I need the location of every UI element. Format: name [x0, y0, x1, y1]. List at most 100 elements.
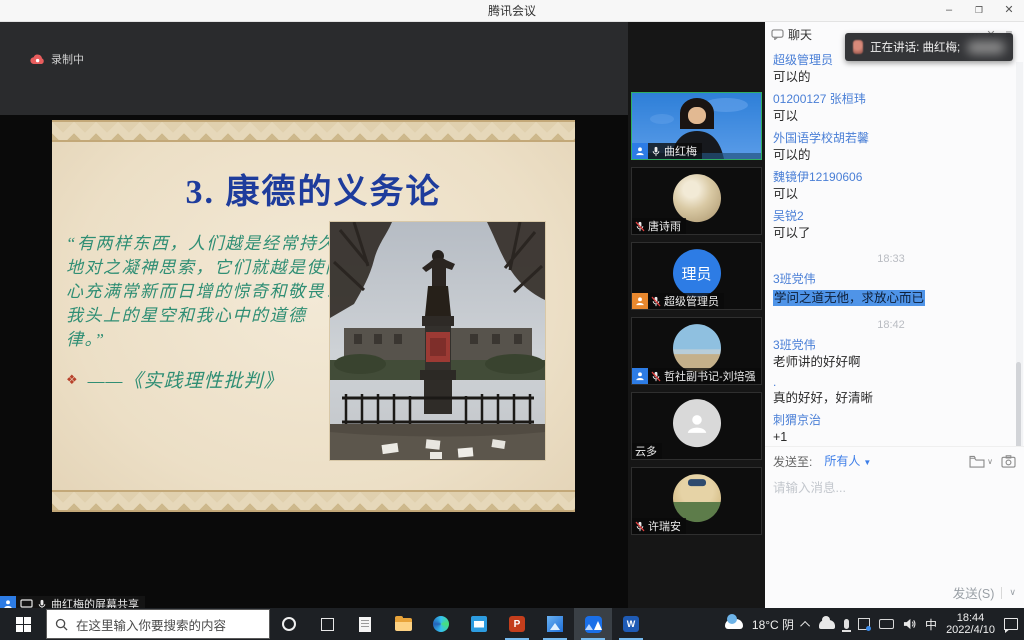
participant-tile-4[interactable]: 哲社副书记-刘培强: [631, 317, 762, 385]
word-icon[interactable]: [612, 608, 650, 640]
tencent-meeting-icon[interactable]: [574, 608, 612, 640]
avatar: [673, 324, 721, 372]
slide-citation: ——《实践理性批判》: [88, 366, 284, 393]
participant-name: 许瑞安: [648, 518, 681, 534]
start-button[interactable]: [0, 608, 46, 640]
taskbar-search-box[interactable]: 在这里输入你要搜索的内容: [46, 609, 270, 639]
chat-text: 老师讲的好好啊: [773, 355, 1009, 370]
chat-title: 聊天: [788, 26, 812, 43]
chat-text: 可以: [773, 187, 1009, 202]
participant-name: 哲社副书记-刘培强: [664, 368, 756, 384]
chat-sender: 01200127 张桓玮: [773, 90, 1009, 107]
touch-keyboard-icon[interactable]: [879, 619, 894, 629]
muted-mic-icon: [635, 521, 645, 532]
chat-panel: 聊天 超级管理员可以的01200127 张桓玮可以外国语学校胡若馨可以的魏镜伊1…: [765, 22, 1024, 608]
slide-border-pattern-top: [52, 120, 575, 142]
participant-tile-1[interactable]: 曲红梅: [631, 92, 762, 160]
muted-mic-icon: [651, 296, 661, 307]
send-to-label: 发送至:: [773, 453, 812, 470]
close-button[interactable]: [994, 0, 1024, 22]
participant-tile-3[interactable]: 理员超级管理员: [631, 242, 762, 310]
chat-timestamp: 18:33: [773, 253, 1009, 265]
chat-message-input[interactable]: [773, 477, 1013, 573]
chat-timestamp: 18:42: [773, 319, 1009, 331]
muted-mic-icon: [635, 221, 645, 232]
title-bar: 腾讯会议: [0, 0, 1024, 22]
speaking-toast: 正在讲话: 曲红梅;: [845, 33, 1013, 61]
mic-icon: [651, 146, 661, 157]
avatar: 理员: [673, 249, 721, 297]
photos-icon[interactable]: [536, 608, 574, 640]
chat-sender: 魏镜伊12190606: [773, 168, 1009, 185]
recording-cloud-icon: [30, 54, 45, 65]
slide-border-pattern-bottom: [52, 490, 575, 512]
diamond-bullet-icon: ❖: [66, 372, 78, 388]
chat-text: 可以了: [773, 226, 1009, 241]
chat-sender: .: [773, 375, 1009, 389]
chat-text: +1: [773, 430, 1009, 445]
participant-tile-6[interactable]: 许瑞安: [631, 467, 762, 535]
chat-text: 可以: [773, 109, 1009, 124]
recording-label: 录制中: [51, 51, 84, 67]
participant-tile-2[interactable]: 唐诗雨: [631, 167, 762, 235]
slide-quote-text: “有两样东西，人们越是经常持久地对之凝神思索，它们就越是使内心充满常新而日增的惊…: [66, 232, 344, 352]
chat-bubble-icon: [771, 29, 784, 40]
member-badge-icon: [635, 146, 645, 156]
minimize-button[interactable]: [934, 0, 964, 22]
cortana-icon[interactable]: [270, 608, 308, 640]
screenshot-button[interactable]: [1001, 455, 1016, 468]
muted-mic-icon: [651, 371, 661, 382]
stage-top-strip: 录制中: [0, 22, 628, 115]
participant-name: 云多: [635, 443, 657, 459]
tencent-meeting-window: 腾讯会议 录制中 3. 康德的义务论 “有两样东西，人们越是经常持久地对之凝神思…: [0, 0, 1024, 640]
file-explorer-icon[interactable]: [384, 608, 422, 640]
member-badge-icon: [635, 371, 645, 381]
chat-sender: 吴锐2: [773, 207, 1009, 224]
weather-label[interactable]: 18°C 阴: [752, 616, 794, 633]
search-placeholder: 在这里输入你要搜索的内容: [76, 615, 226, 634]
recording-indicator: 录制中: [30, 51, 84, 67]
windows-taskbar: 在这里输入你要搜索的内容 18°C 阴 中 18:44 2022/4/10: [0, 608, 1024, 640]
send-to-dropdown[interactable]: 所有人▼: [824, 452, 871, 470]
clock[interactable]: 18:44 2022/4/10: [946, 612, 995, 636]
mail-icon[interactable]: [460, 608, 498, 640]
chat-sender: 3班党伟: [773, 270, 1009, 287]
shared-screen-stage: 录制中 3. 康德的义务论 “有两样东西，人们越是经常持久地对之凝神思索，它们就…: [0, 22, 628, 608]
kant-statue-photo: [330, 222, 545, 460]
weather-icon[interactable]: [725, 619, 743, 629]
participant-name: 唐诗雨: [648, 218, 681, 234]
participant-tile-5[interactable]: 云多: [631, 392, 762, 460]
window-title: 腾讯会议: [0, 2, 1024, 19]
blurred-names: [967, 41, 1005, 54]
chat-text: 真的好好，好清晰: [773, 391, 1009, 406]
chat-sender: 3班党伟: [773, 336, 1009, 353]
clock-time: 18:44: [946, 612, 995, 624]
search-icon: [55, 618, 68, 631]
presentation-slide: 3. 康德的义务论 “有两样东西，人们越是经常持久地对之凝神思索，它们就越是使内…: [52, 120, 575, 512]
send-options-caret[interactable]: ∨: [1009, 587, 1016, 598]
notepad-icon[interactable]: [346, 608, 384, 640]
onedrive-icon[interactable]: [819, 620, 835, 629]
meeting-tray-icon[interactable]: [858, 618, 870, 630]
chat-message-list: 超级管理员可以的01200127 张桓玮可以外国语学校胡若馨可以的魏镜伊1219…: [773, 46, 1009, 446]
member-badge: [632, 368, 648, 384]
volume-icon[interactable]: [903, 618, 916, 630]
slide-title: 3. 康德的义务论: [52, 164, 575, 213]
avatar: [673, 399, 721, 447]
task-view-icon[interactable]: [308, 608, 346, 640]
edge-icon[interactable]: [422, 608, 460, 640]
powerpoint-icon[interactable]: [498, 608, 536, 640]
restore-button[interactable]: [964, 0, 994, 22]
admin-badge: [632, 293, 648, 309]
tray-mic-icon[interactable]: [844, 619, 849, 629]
clock-date: 2022/4/10: [946, 624, 995, 636]
ime-indicator[interactable]: 中: [925, 616, 937, 633]
member-badge: [632, 143, 648, 159]
send-button[interactable]: 发送(S): [953, 583, 995, 602]
chat-sender: 外国语学校胡若馨: [773, 129, 1009, 146]
send-file-button[interactable]: ∨: [969, 455, 993, 468]
hidden-icons-chevron[interactable]: [800, 620, 810, 630]
action-center-icon[interactable]: [1004, 618, 1018, 630]
chat-text: 可以的: [773, 70, 1009, 85]
avatar: [673, 474, 721, 522]
